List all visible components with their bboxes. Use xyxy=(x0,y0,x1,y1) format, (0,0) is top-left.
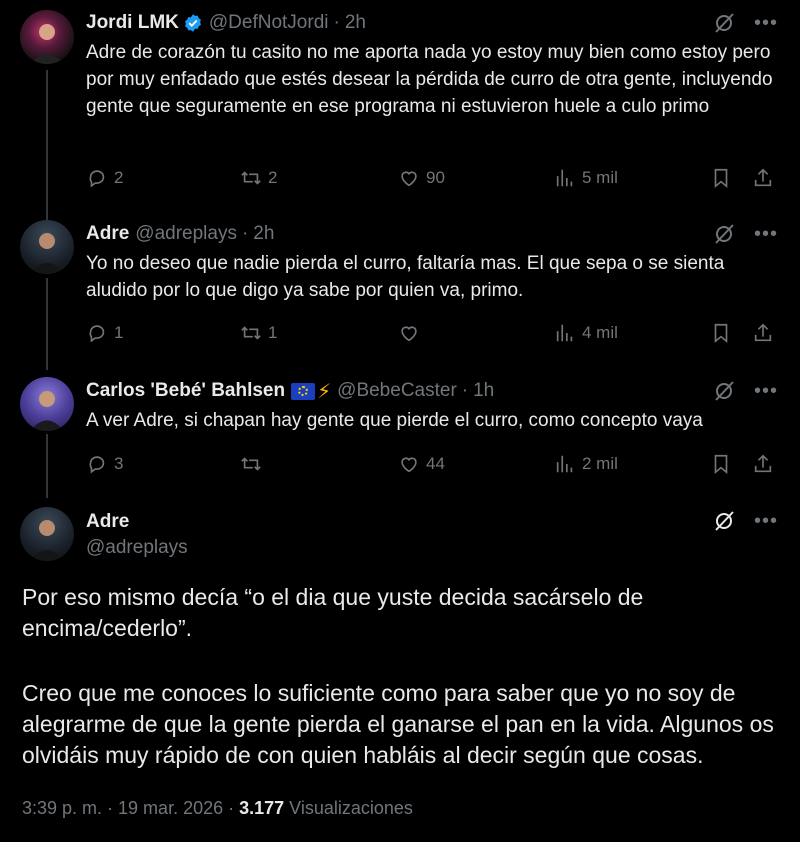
tweet-metadata: 3:39 p. m. · 19 mar. 2026 · 3.177 Visual… xyxy=(22,798,413,819)
views-chart-icon xyxy=(556,169,573,187)
views-chart-icon xyxy=(556,324,573,342)
author-handle[interactable]: @adreplays xyxy=(135,223,237,245)
retweet-icon xyxy=(241,171,261,185)
more-options-icon[interactable]: ••• xyxy=(754,13,778,33)
tweet-header: Adre @adreplays · 2h xyxy=(86,222,274,246)
heart-icon xyxy=(401,457,417,473)
verified-badge-icon xyxy=(184,14,201,32)
reply-icon xyxy=(89,325,105,343)
author-name[interactable]: Adre xyxy=(86,511,129,533)
author-name[interactable]: Jordi LMK xyxy=(86,12,179,34)
tweet-top-actions: ••• xyxy=(712,509,778,533)
tweet-time[interactable]: 2h xyxy=(345,12,366,34)
tweet-actions: 3 44 2 mil xyxy=(86,451,786,477)
share-button[interactable] xyxy=(752,165,780,191)
views-count: 2 mil xyxy=(582,454,618,473)
separator: · xyxy=(333,12,340,33)
grok-icon[interactable] xyxy=(712,11,736,35)
tweet-text: Yo no deseo que nadie pierda el curro, f… xyxy=(86,253,725,301)
tweet-header: Carlos 'Bebé' Bahlsen ⚡ @BebeCaster · 1h xyxy=(86,379,494,403)
author-handle[interactable]: @adreplays xyxy=(86,537,188,559)
bookmark-button[interactable] xyxy=(710,451,738,477)
views-button[interactable]: 5 mil xyxy=(554,165,618,191)
tweet-header: Jordi LMK @DefNotJordi · 2h xyxy=(86,11,366,35)
reply-button[interactable]: 1 xyxy=(86,320,123,346)
share-icon xyxy=(754,168,772,187)
thread-line xyxy=(46,70,48,222)
thread-line xyxy=(46,278,48,370)
tweet-top-actions: ••• xyxy=(712,11,778,35)
like-count: 90 xyxy=(426,168,445,187)
tweet-timestamp[interactable]: 3:39 p. m. · 19 mar. 2026 · xyxy=(22,798,239,818)
like-button[interactable]: 90 xyxy=(398,165,445,191)
grok-icon[interactable] xyxy=(712,379,736,403)
retweet-count: 2 xyxy=(268,168,278,187)
tweet-actions: 1 1 4 mil xyxy=(86,320,786,346)
tweet-top-actions: ••• xyxy=(712,379,778,403)
views-number: 3.177 xyxy=(239,798,285,818)
thread-line xyxy=(46,434,48,498)
tweet-paragraph-2: Creo que me conoces lo suficiente como p… xyxy=(22,680,774,768)
share-button[interactable] xyxy=(752,451,780,477)
reply-button[interactable]: 2 xyxy=(86,165,123,191)
reply-icon xyxy=(89,170,105,188)
share-icon xyxy=(754,323,772,342)
views-button[interactable]: 4 mil xyxy=(554,320,618,346)
share-icon xyxy=(754,454,772,473)
heart-icon xyxy=(401,171,417,187)
author-handle[interactable]: @BebeCaster xyxy=(337,380,457,402)
tweet-top-actions: ••• xyxy=(712,222,778,246)
retweet-icon xyxy=(241,326,261,340)
retweet-count: 1 xyxy=(268,323,278,342)
tweet-actions: 2 2 90 5 mil xyxy=(86,165,786,191)
avatar[interactable] xyxy=(20,10,74,64)
tweet-text: Adre de corazón tu casito no me aporta n… xyxy=(86,42,773,117)
retweet-icon xyxy=(241,457,261,471)
bookmark-icon xyxy=(714,168,728,189)
avatar[interactable] xyxy=(20,507,74,561)
retweet-button[interactable]: 2 xyxy=(240,165,277,191)
grok-icon[interactable] xyxy=(712,222,736,246)
bookmark-button[interactable] xyxy=(710,320,738,346)
tweet-time[interactable]: 1h xyxy=(473,380,494,402)
retweet-button[interactable]: 1 xyxy=(240,320,277,346)
reply-icon xyxy=(89,456,105,474)
views-count: 5 mil xyxy=(582,168,618,187)
retweet-button[interactable] xyxy=(240,451,268,477)
reply-button[interactable]: 3 xyxy=(86,451,123,477)
tweet-paragraph-1: Por eso mismo decía “o el dia que yuste … xyxy=(22,584,644,641)
author-name[interactable]: Adre xyxy=(86,223,129,245)
share-button[interactable] xyxy=(752,320,780,346)
reply-count: 3 xyxy=(114,454,124,473)
bookmark-icon xyxy=(714,323,728,344)
reply-count: 1 xyxy=(114,323,124,342)
avatar[interactable] xyxy=(20,220,74,274)
separator: · xyxy=(461,380,469,401)
like-button[interactable]: 44 xyxy=(398,451,445,477)
separator: · xyxy=(241,223,249,244)
lightning-icon: ⚡ xyxy=(317,380,332,403)
views-count: 4 mil xyxy=(582,323,618,342)
reply-count: 2 xyxy=(114,168,124,187)
like-button[interactable] xyxy=(398,320,426,346)
author-name[interactable]: Carlos 'Bebé' Bahlsen xyxy=(86,380,285,402)
grok-icon[interactable] xyxy=(712,509,736,533)
eu-flag-icon xyxy=(291,382,316,400)
more-options-icon[interactable]: ••• xyxy=(754,381,778,401)
heart-icon xyxy=(401,326,417,342)
views-button[interactable]: 2 mil xyxy=(554,451,618,477)
tweet-time[interactable]: 2h xyxy=(253,223,274,245)
author-handle[interactable]: @DefNotJordi xyxy=(209,12,329,34)
avatar[interactable] xyxy=(20,377,74,431)
views-label: Visualizaciones xyxy=(289,798,413,818)
like-count: 44 xyxy=(426,454,445,473)
bookmark-icon xyxy=(714,454,728,475)
more-options-icon[interactable]: ••• xyxy=(754,511,778,531)
views-chart-icon xyxy=(556,455,573,473)
tweet-text: A ver Adre, si chapan hay gente que pier… xyxy=(86,410,703,431)
bookmark-button[interactable] xyxy=(710,165,738,191)
more-options-icon[interactable]: ••• xyxy=(754,224,778,244)
